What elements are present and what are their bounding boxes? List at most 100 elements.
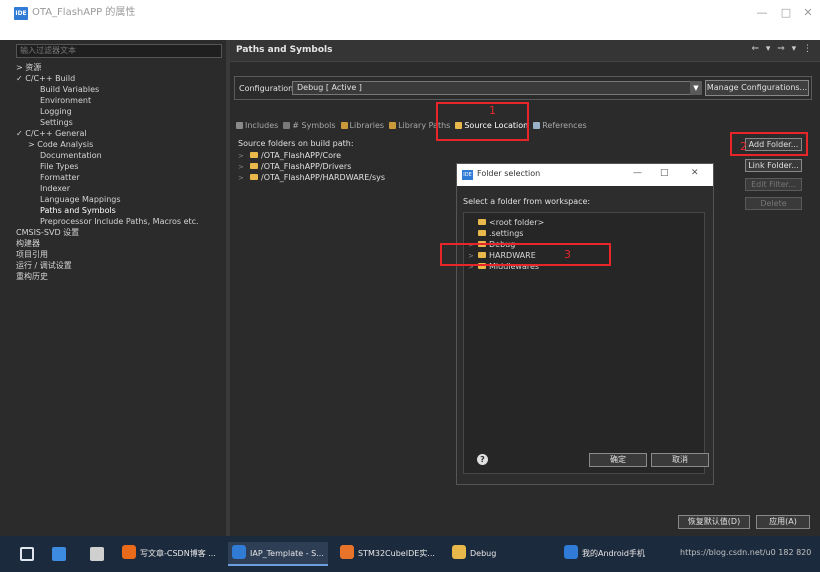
sidebar-item[interactable]: Preprocessor Include Paths, Macros etc.	[16, 216, 224, 227]
taskbar-app[interactable]: 我的Android手机	[560, 542, 660, 566]
dialog-close-button[interactable]: ✕	[691, 168, 699, 178]
folder-selection-dialog: IDE Folder selection — □ ✕ Select a fold…	[456, 163, 714, 485]
delete-button[interactable]: Delete	[745, 197, 802, 210]
sidebar-item[interactable]: > Code Analysis	[16, 139, 224, 150]
folder-icon	[478, 219, 486, 225]
calculator-icon[interactable]	[90, 547, 104, 561]
dialog-maximize-button[interactable]: □	[660, 168, 669, 178]
sidebar-item[interactable]: Environment	[16, 95, 224, 106]
chevron-down-icon[interactable]: ▼	[690, 81, 702, 95]
annotation-number-3: 3	[564, 248, 571, 261]
sidebar-item[interactable]: 构建器	[16, 238, 224, 249]
taskbar-app[interactable]: 写文章-CSDN博客 ...	[118, 542, 222, 566]
configuration-label: Configuration:	[239, 84, 296, 93]
folder-name: <root folder>	[489, 218, 545, 227]
folder-tree-item[interactable]: .settings	[478, 228, 523, 239]
sidebar-item[interactable]: 重构历史	[16, 271, 224, 282]
annotation-number-1: 1	[489, 104, 496, 117]
close-button[interactable]: ✕	[798, 4, 818, 22]
property-tree: > 资源 ✓ C/C++ Build Build Variables Environm…	[16, 62, 224, 282]
annotation-box-3	[440, 243, 611, 266]
edit-filter-button[interactable]: Edit Filter...	[745, 178, 802, 191]
dialog-title: Folder selection	[477, 169, 541, 178]
tab-icon	[340, 122, 348, 129]
sidebar-item[interactable]: Indexer	[16, 183, 224, 194]
folder-icon	[250, 152, 258, 158]
sidebar-item[interactable]: Language Mappings	[16, 194, 224, 205]
property-sidebar: 输入过滤器文本 > 资源 ✓ C/C++ Build Build Variables…	[0, 40, 226, 536]
annotation-box-1	[436, 102, 529, 141]
configuration-select[interactable]: Debug [ Active ]	[292, 81, 692, 95]
tab-label: Includes	[245, 121, 279, 130]
source-folder-path: /OTA_FlashAPP/Core	[261, 151, 342, 160]
folder-icon	[250, 163, 258, 169]
folder-name: .settings	[489, 229, 524, 238]
tab-libraries[interactable]: Libraries	[340, 120, 385, 132]
dialog-footer: ? 确定 取消	[463, 447, 709, 477]
tab-label: Libraries	[349, 121, 385, 130]
minimize-button[interactable]: —	[752, 4, 772, 22]
dialog-minimize-button[interactable]: —	[633, 168, 642, 178]
restore-defaults-button[interactable]: 恢复默认值(D)	[678, 515, 750, 529]
ide-app-icon: IDE	[462, 170, 473, 180]
taskbar-app[interactable]: IAP_Template - S...	[228, 542, 328, 566]
app-icon	[122, 545, 136, 559]
tab-icon	[236, 122, 243, 129]
dialog-prompt: Select a folder from workspace:	[463, 197, 591, 206]
sidebar-item[interactable]: CMSIS-SVD 设置	[16, 227, 224, 238]
sidebar-item[interactable]: Settings	[16, 117, 224, 128]
app-icon	[340, 545, 354, 559]
task-view-icon[interactable]	[20, 547, 34, 561]
tab-strip: Includes # Symbols Libraries Library Paths S…	[236, 120, 592, 132]
properties-window: IDE OTA_FlashAPP 的属性 — □ ✕ 输入过滤器文本 > 资源 ✓…	[0, 0, 820, 536]
sidebar-item[interactable]: Documentation	[16, 150, 224, 161]
folder-tree-item[interactable]: <root folder>	[478, 217, 544, 228]
sidebar-item[interactable]: ✓ C/C++ General	[16, 128, 224, 139]
apply-button[interactable]: 应用(A)	[756, 515, 810, 529]
manage-configurations-button[interactable]: Manage Configurations...	[705, 80, 809, 96]
source-folder-path: /OTA_FlashAPP/Drivers	[261, 162, 352, 171]
folder-icon	[250, 174, 258, 180]
ide-app-icon: IDE	[14, 7, 28, 20]
filter-input[interactable]: 输入过滤器文本	[16, 44, 222, 58]
tab-label: # Symbols	[292, 121, 336, 130]
taskbar-app[interactable]: STM32CubeIDE实...	[336, 542, 440, 566]
sidebar-item[interactable]: 项目引用	[16, 249, 224, 260]
app-icon	[564, 545, 578, 559]
tab-references[interactable]: References	[533, 120, 587, 132]
tab-label: References	[542, 121, 587, 130]
page-header: Paths and Symbols ⇐ ▾ ⇒ ▾ ⋮	[230, 40, 820, 62]
tab-symbols[interactable]: # Symbols	[283, 120, 336, 132]
tab-icon	[533, 122, 541, 129]
sidebar-item[interactable]: > 资源	[16, 62, 224, 73]
tab-includes[interactable]: Includes	[236, 120, 278, 132]
ok-button[interactable]: 确定	[589, 453, 647, 467]
chevron-right-icon[interactable]: >	[238, 173, 250, 184]
link-folder-button[interactable]: Link Folder...	[745, 159, 802, 172]
sidebar-item[interactable]: Paths and Symbols	[16, 205, 224, 216]
dialog-title-bar: IDE Folder selection — □ ✕	[457, 164, 713, 186]
sidebar-item[interactable]: ✓ C/C++ Build	[16, 73, 224, 84]
sidebar-item[interactable]: Build Variables	[16, 84, 224, 95]
taskbar-app[interactable]: Debug	[448, 542, 548, 566]
store-icon[interactable]	[52, 547, 66, 561]
taskbar-app-label: 我的Android手机	[582, 549, 645, 558]
sidebar-item[interactable]: Logging	[16, 106, 224, 117]
taskbar-app-label: STM32CubeIDE实...	[358, 549, 435, 558]
source-folder-item[interactable]: >/OTA_FlashAPP/Core	[238, 150, 734, 161]
sidebar-item[interactable]: File Types	[16, 161, 224, 172]
title-bar: IDE OTA_FlashAPP 的属性 — □ ✕	[0, 0, 820, 40]
cancel-button[interactable]: 取消	[651, 453, 709, 467]
navigation-arrows[interactable]: ⇐ ▾ ⇒ ▾ ⋮	[751, 44, 814, 54]
maximize-button[interactable]: □	[776, 4, 796, 22]
sidebar-item[interactable]: 运行 / 调试设置	[16, 260, 224, 271]
source-folders-label: Source folders on build path:	[238, 139, 354, 148]
sidebar-item[interactable]: Formatter	[16, 172, 224, 183]
window-title: OTA_FlashAPP 的属性	[32, 7, 136, 18]
taskbar-app-label: IAP_Template - S...	[250, 549, 324, 558]
app-icon	[232, 545, 246, 559]
help-icon[interactable]: ?	[477, 454, 488, 465]
taskbar-app-label: Debug	[470, 549, 497, 558]
taskbar-app-label: 写文章-CSDN博客 ...	[140, 549, 216, 558]
tab-icon	[389, 122, 397, 129]
